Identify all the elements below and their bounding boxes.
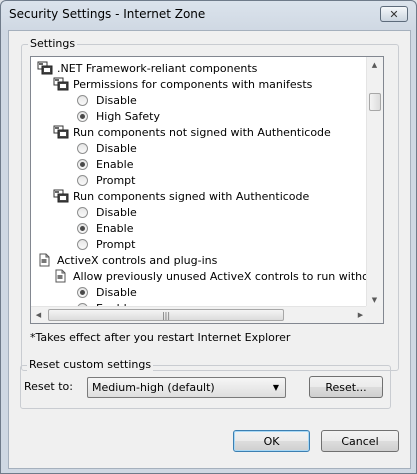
settings-item-label: Disable [96, 141, 137, 155]
settings-setting-row: Allow previously unused ActiveX controls… [53, 268, 368, 284]
settings-item-label: .NET Framework-reliant components [57, 61, 258, 75]
horizontal-scroll-thumb[interactable]: ||| [48, 309, 284, 321]
reset-level-value: Medium-high (default) [92, 381, 215, 394]
settings-item-label: High Safety [96, 109, 160, 123]
settings-item-label: Run components signed with Authenticode [73, 189, 310, 203]
radio-button[interactable] [77, 94, 88, 106]
settings-item-label: Prompt [96, 173, 136, 187]
settings-setting-row: Run components not signed with Authentic… [53, 124, 331, 140]
cancel-button-label: Cancel [341, 434, 379, 448]
radio-button[interactable] [77, 286, 88, 298]
settings-category-icon [37, 61, 53, 75]
settings-item-label: Permissions for components with manifest… [73, 77, 313, 91]
settings-item-label: Enable [96, 221, 134, 235]
settings-option-row[interactable]: Disable [77, 204, 137, 220]
reset-to-label: Reset to: [24, 380, 73, 393]
security-settings-window: Security Settings - Internet Zone ✕ Sett… [0, 0, 417, 474]
settings-category-icon [53, 77, 69, 91]
radio-button[interactable] [77, 238, 88, 250]
close-icon: ✕ [389, 7, 399, 21]
settings-option-row[interactable]: Disable [77, 92, 137, 108]
settings-category-row: .NET Framework-reliant components [37, 60, 257, 76]
settings-option-row[interactable]: Disable [77, 140, 137, 156]
radio-button[interactable] [77, 110, 88, 122]
settings-category-row: ActiveX controls and plug-ins [37, 252, 217, 268]
settings-item-label: Disable [96, 93, 137, 107]
reset-button-label: Reset... [325, 380, 367, 394]
ok-button[interactable]: OK [233, 430, 310, 452]
radio-button[interactable] [77, 174, 88, 186]
settings-option-row[interactable]: Enable [77, 156, 133, 172]
settings-option-row[interactable]: Prompt [77, 236, 135, 252]
settings-item-label: Run components not signed with Authentic… [73, 125, 331, 139]
ok-button-label: OK [263, 434, 280, 448]
scroll-left-icon[interactable]: ◀ [31, 307, 46, 322]
restart-note: *Takes effect after you restart Internet… [30, 331, 291, 344]
window-title: Security Settings - Internet Zone [9, 7, 206, 21]
vertical-scrollbar[interactable]: ▲ ▼ [366, 57, 383, 307]
settings-option-row[interactable]: Disable [77, 284, 137, 300]
close-button[interactable]: ✕ [380, 6, 408, 22]
document-icon [37, 253, 53, 267]
settings-option-row[interactable]: Enable [77, 220, 133, 236]
scrollbar-corner [366, 306, 383, 323]
settings-item-label: Prompt [96, 237, 136, 251]
settings-list[interactable]: .NET Framework-reliant components Permiss… [30, 56, 384, 324]
settings-item-label: ActiveX controls and plug-ins [57, 253, 218, 267]
reset-level-dropdown[interactable]: Medium-high (default) ▼ [87, 377, 286, 398]
chevron-down-icon: ▼ [272, 383, 279, 392]
settings-group-label: Settings [28, 37, 78, 50]
radio-button[interactable] [77, 158, 88, 170]
document-icon [53, 269, 69, 283]
cancel-button[interactable]: Cancel [321, 430, 399, 452]
scroll-up-icon[interactable]: ▲ [367, 57, 382, 72]
reset-button[interactable]: Reset... [309, 376, 383, 398]
radio-button[interactable] [77, 142, 88, 154]
settings-category-icon [53, 125, 69, 139]
settings-option-row[interactable]: High Safety [77, 108, 160, 124]
scroll-down-icon[interactable]: ▼ [367, 292, 382, 307]
reset-group-label: Reset custom settings [27, 358, 154, 371]
settings-list-viewport: .NET Framework-reliant components Permiss… [31, 57, 368, 307]
settings-item-label: Disable [96, 205, 137, 219]
settings-category-icon [53, 189, 69, 203]
vertical-scroll-thumb[interactable] [369, 93, 381, 111]
settings-item-label: Disable [96, 285, 137, 299]
scroll-grip-icon: ||| [161, 310, 171, 320]
settings-item-label: Enable [96, 157, 134, 171]
settings-setting-row: Permissions for components with manifest… [53, 76, 312, 92]
settings-item-label: Allow previously unused ActiveX controls… [73, 269, 368, 283]
settings-option-row[interactable]: Prompt [77, 172, 135, 188]
radio-button[interactable] [77, 222, 88, 234]
settings-setting-row: Run components signed with Authenticode [53, 188, 309, 204]
radio-button[interactable] [77, 206, 88, 218]
horizontal-scrollbar[interactable]: ◀ ||| ▶ [31, 306, 368, 323]
